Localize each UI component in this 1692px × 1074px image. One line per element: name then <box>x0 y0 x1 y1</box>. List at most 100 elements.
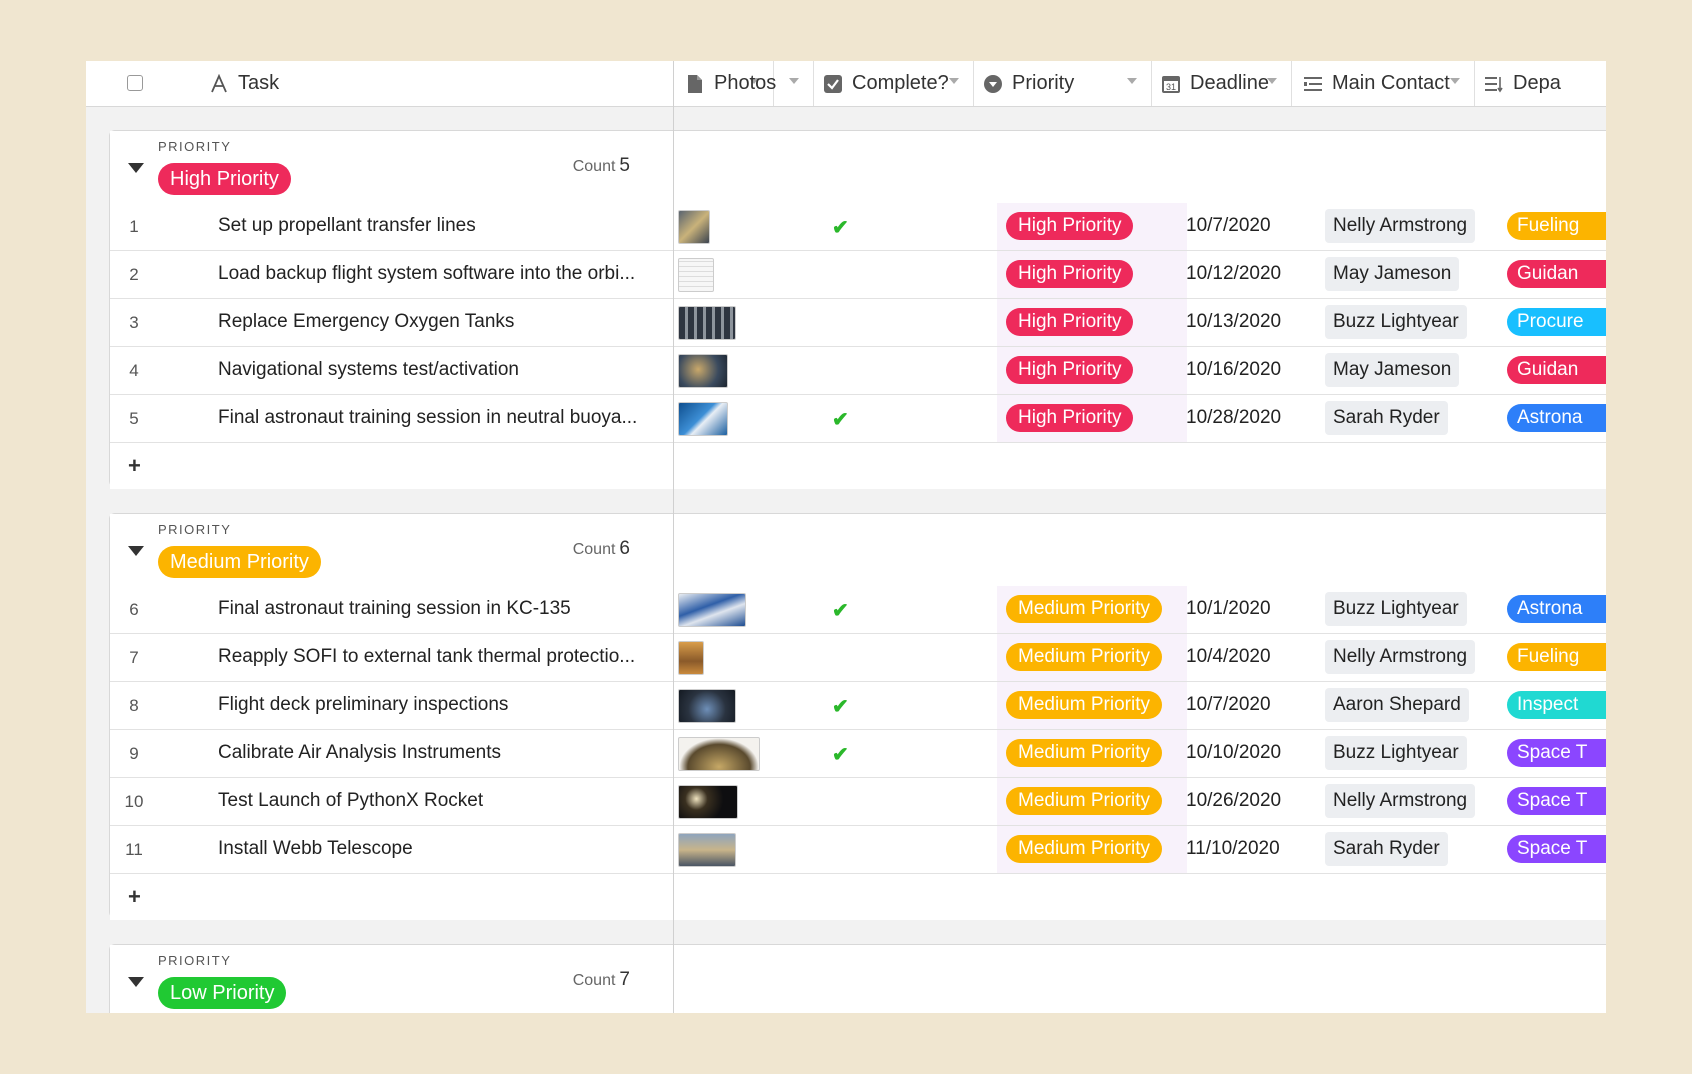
column-header-main-contact[interactable]: Main Contact <box>1292 61 1475 106</box>
contact-chip[interactable]: Nelly Armstrong <box>1325 640 1476 674</box>
select-all-header[interactable] <box>86 61 186 106</box>
complete-checkmark-icon[interactable]: ✔ <box>832 215 849 240</box>
table-row[interactable]: 4 Navigational systems test/activation H… <box>110 347 1606 395</box>
group-low-priority: PRIORITY Low Priority Count 7 <box>109 944 1606 1013</box>
collapse-triangle-icon[interactable] <box>128 546 144 556</box>
photo-thumbnail[interactable] <box>678 833 736 867</box>
table-row[interactable]: 7 Reapply SOFI to external tank thermal … <box>110 634 1606 682</box>
column-header-priority[interactable]: Priority <box>974 61 1152 106</box>
deadline-cell[interactable]: 10/16/2020 <box>1186 359 1281 381</box>
task-cell[interactable]: Final astronaut training session in KC-1… <box>218 598 678 620</box>
chevron-down-icon[interactable] <box>1267 78 1277 84</box>
contact-chip[interactable]: May Jameson <box>1325 353 1460 387</box>
photo-thumbnail[interactable] <box>678 210 710 244</box>
priority-pill: High Priority <box>1006 260 1134 288</box>
chevron-down-icon[interactable] <box>1450 78 1460 84</box>
contact-chip[interactable]: May Jameson <box>1325 257 1460 291</box>
add-row-button[interactable]: + <box>110 443 1606 489</box>
table-row[interactable]: 11 Install Webb Telescope Medium Priorit… <box>110 826 1606 874</box>
contact-chip[interactable]: Buzz Lightyear <box>1325 736 1467 770</box>
photo-thumbnail[interactable] <box>678 593 746 627</box>
table-row[interactable]: 6 Final astronaut training session in KC… <box>110 586 1606 634</box>
deadline-cell[interactable]: 10/7/2020 <box>1186 694 1271 716</box>
table-row[interactable]: 8 Flight deck preliminary inspections ✔ … <box>110 682 1606 730</box>
photo-thumbnail[interactable] <box>678 737 760 771</box>
column-label-department: Depa <box>1513 72 1561 94</box>
contact-chip[interactable]: Nelly Armstrong <box>1325 209 1476 243</box>
plus-icon[interactable]: + <box>128 884 141 910</box>
chevron-down-icon[interactable] <box>949 78 959 84</box>
task-cell[interactable]: Reapply SOFI to external tank thermal pr… <box>218 646 678 668</box>
task-cell[interactable]: Install Webb Telescope <box>218 838 678 860</box>
photo-thumbnail[interactable] <box>678 689 736 723</box>
complete-checkmark-icon[interactable]: ✔ <box>832 742 849 767</box>
task-cell[interactable]: Calibrate Air Analysis Instruments <box>218 742 678 764</box>
contact-chip[interactable]: Aaron Shepard <box>1325 688 1469 722</box>
attachment-icon <box>684 73 706 95</box>
contact-chip[interactable]: Sarah Ryder <box>1325 401 1448 435</box>
row-number: 6 <box>129 600 139 619</box>
deadline-cell[interactable]: 10/26/2020 <box>1186 790 1281 812</box>
photo-thumbnail[interactable] <box>678 785 738 819</box>
photo-thumbnail[interactable] <box>678 641 704 675</box>
column-label-photos: Photos <box>714 72 777 94</box>
group-medium-priority: PRIORITY Medium Priority Count 6 6 Final … <box>109 513 1606 920</box>
column-header-complete[interactable]: Complete? <box>814 61 974 106</box>
deadline-cell[interactable]: 10/13/2020 <box>1186 311 1281 333</box>
table-row[interactable]: 1 Set up propellant transfer lines ✔ Hig… <box>110 203 1606 251</box>
group-header[interactable]: PRIORITY Medium Priority Count 6 <box>110 514 1606 587</box>
photo-thumbnail[interactable] <box>678 306 736 340</box>
contact-chip[interactable]: Sarah Ryder <box>1325 832 1448 866</box>
group-header[interactable]: PRIORITY High Priority Count 5 <box>110 131 1606 204</box>
deadline-cell[interactable]: 10/28/2020 <box>1186 407 1281 429</box>
contact-chip[interactable]: Buzz Lightyear <box>1325 592 1467 626</box>
task-cell[interactable]: Load backup flight system software into … <box>218 263 678 285</box>
complete-checkmark-icon[interactable]: ✔ <box>832 598 849 623</box>
select-all-checkbox[interactable] <box>127 75 143 91</box>
column-header-photos[interactable]: Photos <box>674 61 814 106</box>
complete-checkmark-icon[interactable]: ✔ <box>832 407 849 432</box>
group-field-label: PRIORITY <box>158 139 232 154</box>
deadline-cell[interactable]: 10/1/2020 <box>1186 598 1271 620</box>
table-row[interactable]: 5 Final astronaut training session in ne… <box>110 395 1606 443</box>
deadline-cell[interactable]: 10/7/2020 <box>1186 215 1271 237</box>
task-cell[interactable]: Flight deck preliminary inspections <box>218 694 678 716</box>
photo-thumbnail[interactable] <box>678 402 728 436</box>
group-header[interactable]: PRIORITY Low Priority Count 7 <box>110 945 1606 1013</box>
multi-select-icon <box>1483 73 1505 95</box>
row-number: 10 <box>124 792 144 811</box>
plus-icon[interactable]: + <box>128 453 141 479</box>
table-row[interactable]: 2 Load backup flight system software int… <box>110 251 1606 299</box>
collapse-triangle-icon[interactable] <box>128 163 144 173</box>
deadline-cell[interactable]: 10/10/2020 <box>1186 742 1281 764</box>
deadline-cell[interactable]: 10/12/2020 <box>1186 263 1281 285</box>
table-row[interactable]: 3 Replace Emergency Oxygen Tanks High Pr… <box>110 299 1606 347</box>
checkbox-field-icon <box>822 73 844 95</box>
column-header-department[interactable]: Depa <box>1475 61 1606 106</box>
grid-view: Task Photos Complete? Priority 31 Deadli… <box>86 61 1606 1013</box>
photo-thumbnail[interactable] <box>678 258 714 292</box>
task-cell[interactable]: Navigational systems test/activation <box>218 359 678 381</box>
complete-checkmark-icon[interactable]: ✔ <box>832 694 849 719</box>
row-number: 5 <box>129 409 139 428</box>
priority-pill: High Priority <box>1006 212 1134 240</box>
add-row-button[interactable]: + <box>110 874 1606 920</box>
priority-pill: High Priority <box>1006 404 1134 432</box>
table-row[interactable]: 10 Test Launch of PythonX Rocket Medium … <box>110 778 1606 826</box>
task-cell[interactable]: Set up propellant transfer lines <box>218 215 678 237</box>
deadline-cell[interactable]: 11/10/2020 <box>1186 838 1280 860</box>
task-cell[interactable]: Test Launch of PythonX Rocket <box>218 790 678 812</box>
contact-chip[interactable]: Buzz Lightyear <box>1325 305 1467 339</box>
group-high-priority: PRIORITY High Priority Count 5 1 Set up p… <box>109 130 1606 489</box>
collapse-triangle-icon[interactable] <box>128 977 144 987</box>
task-cell[interactable]: Final astronaut training session in neut… <box>218 407 678 429</box>
column-header-deadline[interactable]: 31 Deadline <box>1152 61 1292 106</box>
chevron-down-icon[interactable] <box>789 78 799 84</box>
table-row[interactable]: 9 Calibrate Air Analysis Instruments ✔ M… <box>110 730 1606 778</box>
task-cell[interactable]: Replace Emergency Oxygen Tanks <box>218 311 678 333</box>
contact-chip[interactable]: Nelly Armstrong <box>1325 784 1476 818</box>
chevron-down-icon[interactable] <box>1127 78 1137 84</box>
deadline-cell[interactable]: 10/4/2020 <box>1186 646 1271 668</box>
department-pill: Guidan <box>1507 356 1606 384</box>
photo-thumbnail[interactable] <box>678 354 728 388</box>
